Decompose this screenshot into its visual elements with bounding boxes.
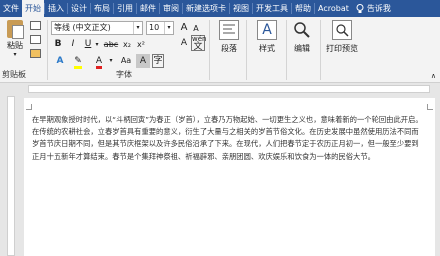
chevron-down-icon: ▾ — [13, 51, 17, 58]
underline-button[interactable]: U — [83, 38, 93, 51]
font-color-icon: A — [95, 56, 103, 69]
paste-button[interactable]: 粘贴 ▾ — [3, 20, 27, 58]
character-border-icon: 字 — [153, 56, 163, 66]
tab-file[interactable]: 文件 — [0, 0, 22, 17]
text-effects-icon: A — [56, 56, 64, 66]
phonetic-guide-button[interactable]: wén 文 — [191, 35, 206, 52]
ruler-bar[interactable] — [28, 85, 430, 93]
tab-layout[interactable]: 布局 — [91, 0, 113, 17]
tell-me-box[interactable]: 告诉我 — [356, 0, 391, 17]
clipboard-icon — [7, 20, 24, 39]
lightbulb-icon — [356, 3, 364, 13]
font-name-select[interactable]: 等线 (中文正文) ▾ — [51, 21, 143, 35]
clear-format-button[interactable]: A — [178, 37, 190, 50]
format-painter-icon[interactable] — [30, 49, 41, 58]
group-divider — [320, 20, 321, 80]
group-divider — [209, 20, 210, 80]
editing-label: 编辑 — [294, 44, 310, 53]
clipboard-small-tools — [30, 21, 41, 58]
tab-references[interactable]: 引用 — [114, 0, 136, 17]
tab-help[interactable]: 帮助 — [292, 0, 314, 17]
tab-acrobat[interactable]: Acrobat — [315, 0, 352, 17]
tab-home[interactable]: 开始 — [22, 0, 44, 17]
tab-new-tab[interactable]: 新建选项卡 — [183, 0, 229, 17]
grow-font-button[interactable]: A — [178, 21, 190, 34]
styles-button[interactable]: A 样式 — [250, 20, 284, 54]
copy-icon[interactable] — [30, 35, 41, 44]
tab-mailings[interactable]: 邮件 — [137, 0, 159, 17]
group-divider — [246, 20, 247, 80]
search-icon — [292, 20, 312, 40]
font-group-label: 字体 — [116, 70, 132, 79]
chevron-down-icon: ▾ — [164, 22, 173, 34]
ribbon: 粘贴 ▾ 剪贴板 等线 (中文正文) ▾ 10 ▾ A A A wén 文 B I… — [0, 17, 440, 83]
margin-corner-mark — [427, 104, 433, 110]
paragraph-icon — [219, 20, 239, 40]
font-name-value: 等线 (中文正文) — [54, 23, 111, 32]
font-size-select[interactable]: 10 ▾ — [146, 21, 174, 35]
document-page[interactable]: 在早期观象授时时代，以“斗柄回寅”为春正（岁首），立春乃万物起始、一切更生之义也… — [24, 98, 435, 256]
clipboard-group-label: 剪贴板 — [2, 70, 26, 79]
styles-label: 样式 — [259, 44, 275, 53]
highlighter-icon: ✎ — [74, 56, 82, 69]
tab-review[interactable]: 审阅 — [160, 0, 182, 17]
chevron-down-icon[interactable]: ▾ — [108, 54, 114, 68]
subscript-button[interactable]: x₂ — [121, 38, 133, 51]
italic-button[interactable]: I — [68, 38, 78, 51]
character-shading-button[interactable]: A — [136, 54, 150, 68]
vertical-ruler — [7, 96, 15, 256]
group-divider — [47, 20, 48, 80]
print-preview-button[interactable]: 打印预览 — [322, 20, 362, 54]
cut-icon[interactable] — [30, 21, 41, 30]
margin-corner-mark — [26, 104, 32, 110]
tab-insert[interactable]: 插入 — [45, 0, 67, 17]
font-size-value: 10 — [149, 23, 160, 32]
align-lines-icon — [223, 24, 235, 34]
tell-me-label: 告诉我 — [366, 4, 391, 13]
change-case-button[interactable]: Aa — [118, 54, 134, 68]
editing-button[interactable]: 编辑 — [285, 20, 319, 54]
bold-button[interactable]: B — [53, 38, 63, 51]
tab-design[interactable]: 设计 — [68, 0, 90, 17]
paragraph-label: 段落 — [221, 44, 237, 53]
tab-view[interactable]: 视图 — [230, 0, 252, 17]
strikethrough-button[interactable]: abc — [103, 38, 119, 51]
paste-label: 粘贴 — [7, 41, 23, 50]
tab-developer[interactable]: 开发工具 — [253, 0, 291, 17]
ribbon-tab-bar: 文件 开始 插入 设计 布局 引用 邮件 审阅 新建选项卡 视图 开发工具 帮助… — [0, 0, 440, 17]
collapse-ribbon-icon[interactable]: ∧ — [431, 72, 436, 80]
chevron-down-icon: ▾ — [133, 22, 142, 34]
print-preview-icon — [332, 20, 352, 40]
paragraph-button[interactable]: 段落 — [212, 20, 246, 54]
text-effects-button[interactable]: A — [53, 54, 67, 68]
document-paragraph[interactable]: 在早期观象授时时代，以“斗柄回寅”为春正（岁首），立春乃万物起始、一切更生之义也… — [32, 114, 426, 163]
font-color-button[interactable]: A — [92, 54, 106, 69]
print-preview-label: 打印预览 — [326, 44, 358, 53]
highlight-button[interactable]: ✎ — [70, 54, 86, 69]
shrink-font-button[interactable]: A — [191, 22, 201, 35]
character-border-button[interactable]: 字 — [152, 54, 164, 68]
horizontal-ruler — [0, 84, 440, 94]
styles-icon: A — [257, 20, 277, 40]
chevron-down-icon[interactable]: ▾ — [94, 38, 100, 51]
superscript-button[interactable]: x² — [135, 38, 147, 51]
